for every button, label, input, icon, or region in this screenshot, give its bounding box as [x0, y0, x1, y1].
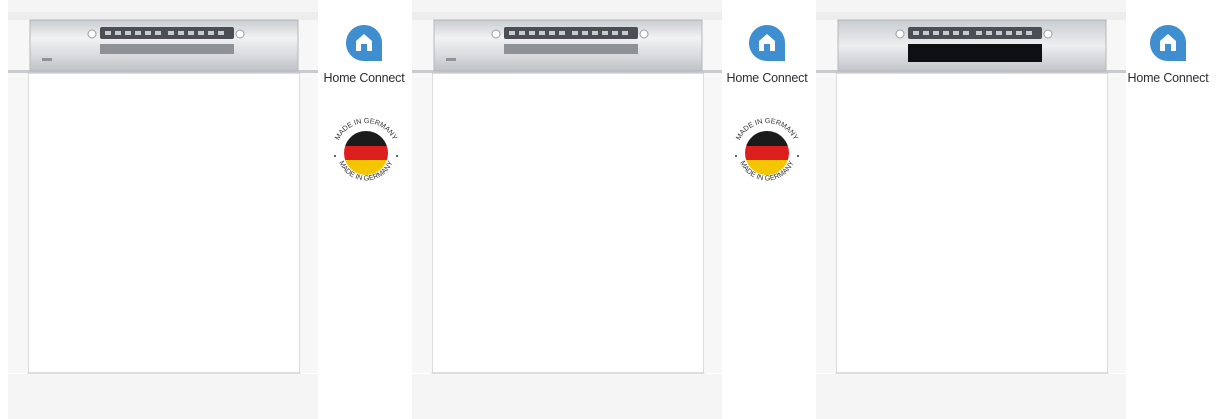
- made-in-germany-seal-1: MADE IN GERMANY MADE IN GERMANY: [333, 116, 400, 183]
- dishwasher-image: [8, 0, 318, 419]
- home-connect-label: Home Connect: [323, 71, 405, 85]
- made-in-germany-seal-2: MADE IN GERMANY MADE IN GERMANY: [734, 116, 801, 183]
- home-connect-badge-2: Home Connect: [717, 22, 817, 85]
- home-connect-badge-3: Home Connect: [1118, 22, 1218, 85]
- dishwasher-product-2[interactable]: [404, 0, 722, 419]
- home-connect-icon: [1150, 25, 1186, 61]
- dishwasher-image: [816, 0, 1126, 419]
- home-connect-icon: [346, 25, 382, 61]
- home-connect-label: Home Connect: [1127, 71, 1209, 85]
- home-connect-label: Home Connect: [726, 71, 808, 85]
- dishwasher-product-1[interactable]: [0, 0, 318, 419]
- dishwasher-product-3[interactable]: [808, 0, 1126, 419]
- home-connect-icon: [749, 25, 785, 61]
- dishwasher-image: [412, 0, 722, 419]
- home-connect-badge-1: Home Connect: [314, 22, 414, 85]
